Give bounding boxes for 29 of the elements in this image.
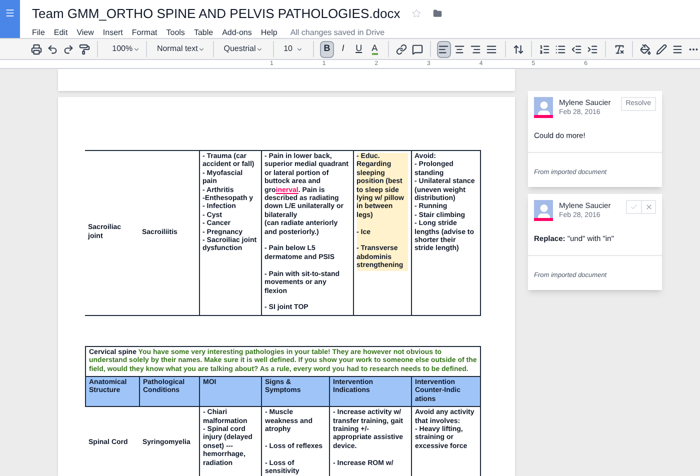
bold-button[interactable]: B (320, 40, 334, 58)
caret-icon (256, 46, 263, 52)
save-status: All changes saved in Drive (290, 26, 385, 38)
star-icon[interactable] (412, 9, 422, 18)
menu-item[interactable]: Table (194, 26, 214, 38)
caret-icon (296, 46, 304, 52)
italic-button[interactable]: I (336, 40, 350, 58)
underline-button[interactable]: U (352, 40, 366, 58)
zoom-dropdown[interactable]: 100% (104, 39, 144, 59)
style-dropdown[interactable]: Normal text (148, 39, 211, 59)
menu-item[interactable]: View (76, 26, 94, 38)
menu-item[interactable]: Format (132, 26, 158, 38)
menu-item[interactable]: Edit (54, 26, 68, 38)
font-size-dropdown[interactable]: 10 (276, 39, 312, 59)
menu-item[interactable]: File (32, 26, 45, 38)
avatar-icon (534, 200, 553, 221)
caret-icon (198, 46, 205, 52)
font-dropdown[interactable]: Questrial (216, 39, 271, 59)
align-left-icon[interactable] (436, 40, 452, 58)
color-button[interactable]: A (368, 40, 382, 58)
folder-icon[interactable] (433, 9, 442, 18)
avatar-icon (534, 97, 553, 118)
docs-logo-icon[interactable] (0, 0, 20, 38)
menu-item[interactable]: Insert (102, 26, 123, 38)
caret-icon (132, 46, 140, 52)
menu-item[interactable]: Help (260, 26, 278, 38)
document-title[interactable]: Team GMM_ORTHO SPINE AND PELVIS PATHOLOGIES.docx (32, 4, 400, 24)
menu-item[interactable]: Tools (166, 26, 185, 38)
menu-item[interactable]: Add-ons (222, 26, 252, 38)
